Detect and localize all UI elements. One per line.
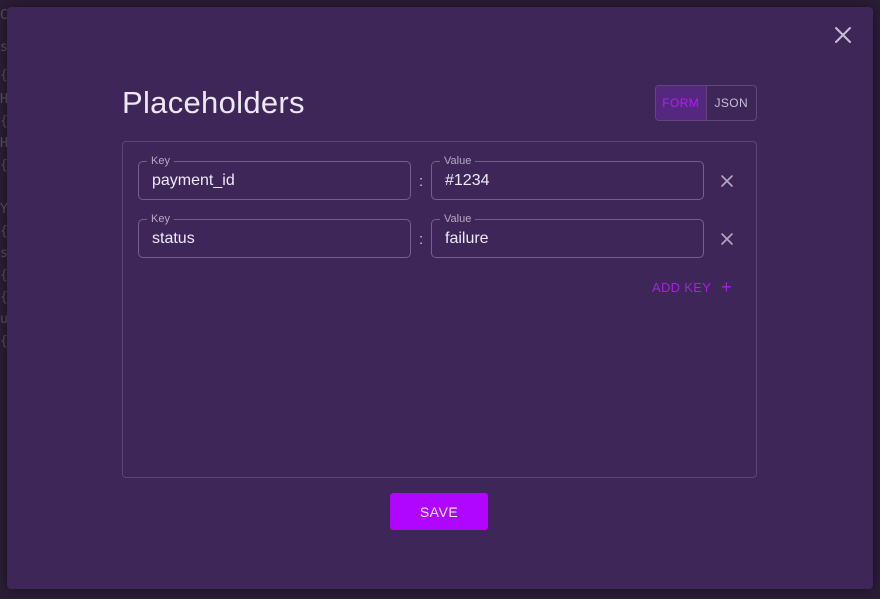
key-value: status (152, 230, 195, 247)
key-label: Key (147, 212, 174, 226)
value-label: Value (440, 212, 476, 226)
value-field[interactable]: Value failure (431, 212, 704, 258)
placeholders-panel: Key payment_id : Value #1234 Key status … (122, 141, 757, 478)
close-icon[interactable] (833, 25, 853, 45)
value-field[interactable]: Value #1234 (431, 154, 704, 200)
plus-icon: + (721, 277, 732, 297)
value-value: failure (445, 230, 489, 247)
placeholders-dialog: Placeholders FORM JSON Key payment_id : … (7, 7, 873, 589)
save-button[interactable]: SAVE (390, 493, 488, 530)
add-key-label: ADD KEY (652, 280, 712, 295)
value-value: #1234 (445, 172, 490, 189)
key-field[interactable]: Key payment_id (138, 154, 411, 200)
view-mode-toggle: FORM JSON (655, 85, 757, 121)
remove-row-icon[interactable] (720, 174, 734, 188)
key-value: payment_id (152, 172, 235, 189)
dialog-title: Placeholders (122, 85, 305, 120)
value-label: Value (440, 154, 476, 168)
key-label: Key (147, 154, 174, 168)
key-value-separator: : (419, 173, 424, 190)
key-value-separator: : (419, 231, 424, 248)
add-key-button[interactable]: ADD KEY + (652, 277, 732, 297)
remove-row-icon[interactable] (720, 232, 734, 246)
key-field[interactable]: Key status (138, 212, 411, 258)
toggle-form[interactable]: FORM (656, 86, 707, 120)
toggle-json[interactable]: JSON (707, 86, 757, 120)
